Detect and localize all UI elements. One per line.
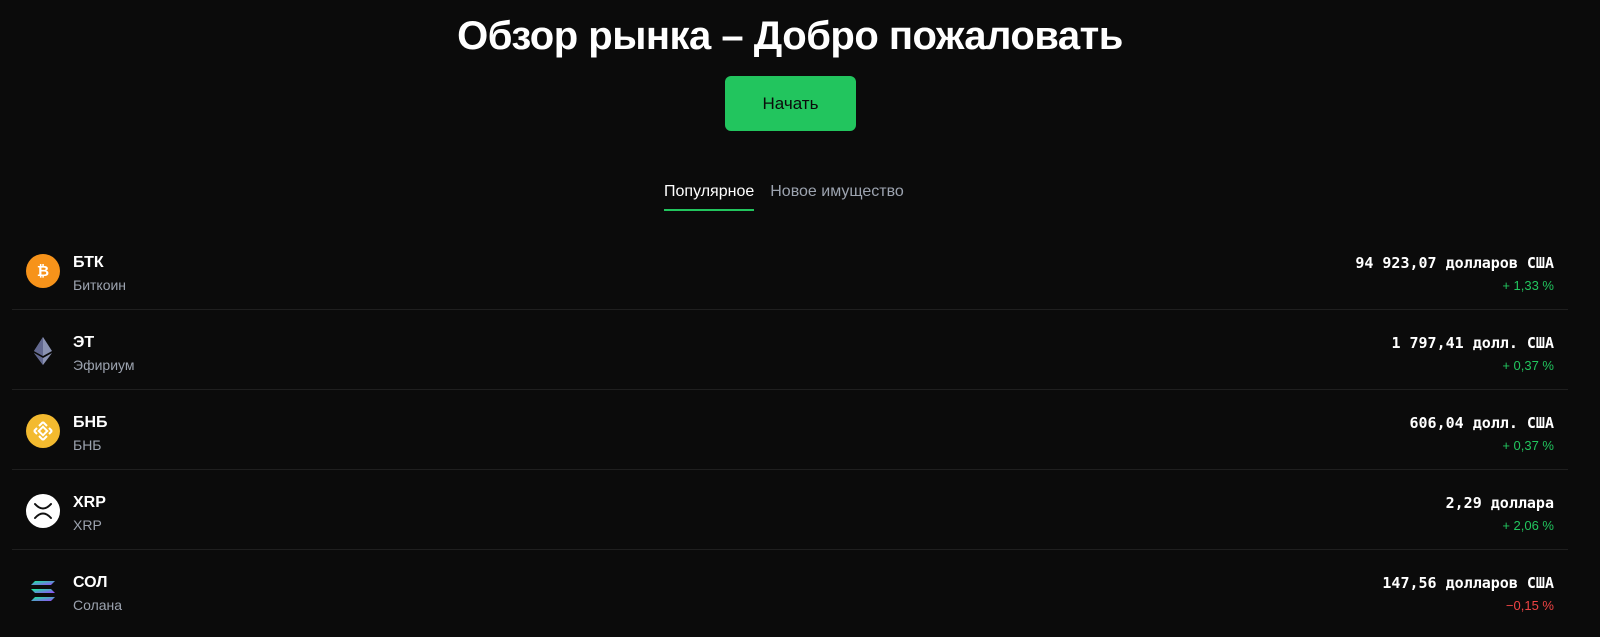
asset-price: 606,04 долл. США	[1409, 414, 1555, 432]
market-overview-page: Обзор рынка – Добро пожаловать Начать По…	[0, 0, 1600, 637]
asset-row-bnb[interactable]: БНБ БНБ 606,04 долл. США + 0,37 %	[12, 390, 1568, 470]
asset-list: ₿ БТК Биткоин 94 923,07 долларов США + 1…	[12, 230, 1568, 629]
page-title: Обзор рынка – Добро пожаловать	[457, 14, 1123, 58]
asset-name: XRP	[73, 517, 102, 533]
asset-change: + 0,37 %	[1502, 438, 1554, 453]
bitcoin-icon: ₿	[26, 254, 60, 288]
asset-change: + 1,33 %	[1502, 278, 1554, 293]
tab-popular[interactable]: Популярное	[664, 183, 755, 211]
asset-row-btc[interactable]: ₿ БТК Биткоин 94 923,07 долларов США + 1…	[12, 230, 1568, 310]
asset-change: + 0,37 %	[1502, 358, 1554, 373]
asset-change: −0,15 %	[1505, 598, 1554, 613]
asset-tabs: Популярное Новое имущество	[664, 183, 904, 211]
asset-price: 147,56 долларов США	[1382, 574, 1554, 592]
asset-name: Биткоин	[73, 277, 127, 293]
asset-name: Эфириум	[73, 357, 135, 373]
asset-row-sol[interactable]: СОЛ Солана 147,56 долларов США −0,15 %	[12, 550, 1568, 629]
solana-icon	[26, 574, 60, 608]
asset-price: 1 797,41 долл. США	[1391, 334, 1554, 352]
xrp-icon	[26, 494, 60, 528]
ethereum-icon	[26, 334, 60, 368]
asset-row-xrp[interactable]: XRP XRP 2,29 доллара + 2,06 %	[12, 470, 1568, 550]
asset-symbol: СОЛ	[73, 574, 108, 591]
asset-row-eth[interactable]: ЭТ Эфириум 1 797,41 долл. США + 0,37 %	[12, 310, 1568, 390]
asset-name: БНБ	[73, 437, 102, 453]
tab-new-assets[interactable]: Новое имущество	[770, 183, 904, 211]
asset-name: Солана	[73, 597, 123, 613]
asset-symbol: БТК	[73, 254, 104, 271]
svg-text:₿: ₿	[37, 262, 49, 280]
asset-price: 94 923,07 долларов США	[1355, 254, 1554, 272]
start-button[interactable]: Начать	[725, 76, 856, 131]
bnb-icon	[26, 414, 60, 448]
asset-symbol: БНБ	[73, 414, 108, 431]
asset-symbol: ЭТ	[73, 334, 95, 351]
asset-symbol: XRP	[73, 494, 106, 511]
asset-change: + 2,06 %	[1502, 518, 1554, 533]
asset-price: 2,29 доллара	[1445, 494, 1554, 512]
